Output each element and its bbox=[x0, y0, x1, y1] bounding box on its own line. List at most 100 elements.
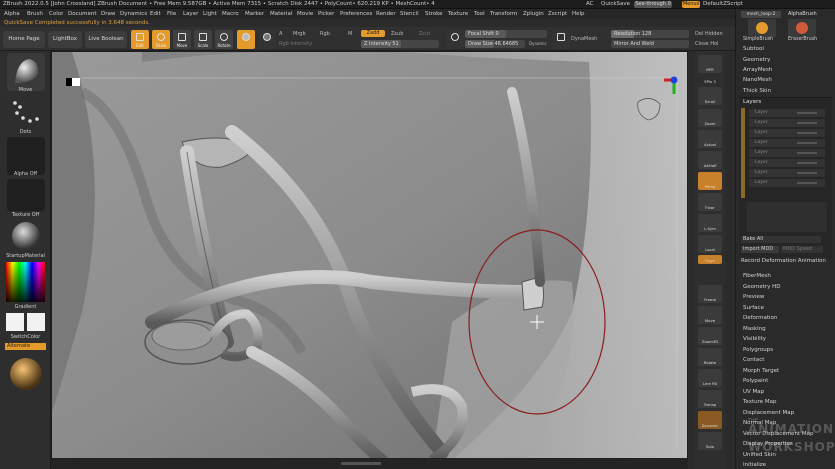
import-mdd-button[interactable]: Import MDD bbox=[741, 246, 779, 253]
move-view-button[interactable]: Move bbox=[698, 306, 722, 324]
menu-picker[interactable]: Picker bbox=[318, 9, 334, 19]
quicksave-button[interactable]: QuickSave bbox=[601, 0, 630, 9]
focal-shift-icon-button[interactable] bbox=[446, 30, 464, 49]
menu-preferences[interactable]: Preferences bbox=[340, 9, 372, 19]
close-holes-button[interactable]: Close Hol bbox=[695, 41, 718, 47]
bottom-sphere-button[interactable] bbox=[8, 356, 44, 392]
menu-layer[interactable]: Layer bbox=[183, 9, 198, 19]
menus-button[interactable]: Menus bbox=[682, 1, 700, 8]
layer-row[interactable]: Layer bbox=[749, 159, 825, 167]
contact-menu[interactable]: Contact bbox=[743, 357, 764, 363]
menu-edit[interactable]: Edit bbox=[150, 9, 161, 19]
menu-zplugin[interactable]: Zplugin bbox=[523, 9, 544, 19]
zadd-toggle[interactable]: Zadd bbox=[361, 30, 385, 37]
actual-button[interactable]: Actual bbox=[698, 130, 722, 148]
polygroups-menu[interactable]: Polygroups bbox=[743, 347, 773, 353]
menu-texture[interactable]: Texture bbox=[448, 9, 468, 19]
z-intensity-slider[interactable]: Z Intensity 51 bbox=[361, 40, 439, 48]
focal-shift-slider[interactable]: Focal Shift 0 bbox=[465, 30, 547, 38]
draw-size-slider[interactable]: Draw Size 48.64685 bbox=[465, 40, 525, 48]
aahalf-button[interactable]: AAHalf bbox=[698, 151, 722, 169]
line-fill-button[interactable]: Line Fill bbox=[698, 369, 722, 387]
eraser-brush-thumb[interactable] bbox=[788, 19, 816, 37]
transp-button[interactable]: Transp bbox=[698, 390, 722, 408]
rotate-button[interactable]: Rotate bbox=[215, 30, 233, 49]
zsub-toggle[interactable]: Zsub bbox=[391, 31, 403, 37]
fibermesh-menu[interactable]: FiberMesh bbox=[743, 273, 771, 279]
morph-target-menu[interactable]: Morph Target bbox=[743, 368, 779, 374]
menu-material[interactable]: Material bbox=[270, 9, 292, 19]
menu-macro[interactable]: Macro bbox=[222, 9, 239, 19]
menu-draw[interactable]: Draw bbox=[101, 9, 115, 19]
menu-alpha[interactable]: Alpha bbox=[4, 9, 20, 19]
scroll-button[interactable]: Scroll bbox=[698, 87, 722, 105]
xyz-button[interactable]: Gxyz bbox=[698, 255, 722, 264]
main-color-swatch[interactable] bbox=[6, 313, 24, 331]
layer-row[interactable]: Layer bbox=[749, 109, 825, 117]
draw-button[interactable]: Draw bbox=[152, 30, 170, 49]
geometry-hd-menu[interactable]: Geometry HD bbox=[743, 284, 781, 290]
rotate-view-button[interactable]: Rotate bbox=[698, 348, 722, 366]
del-hidden-button[interactable]: Del Hidden bbox=[695, 31, 723, 37]
move-button[interactable]: Move bbox=[173, 30, 191, 49]
home-page-button[interactable]: Home Page bbox=[3, 31, 45, 48]
zoom-button[interactable]: Zoom bbox=[698, 109, 722, 127]
menu-color[interactable]: Color bbox=[49, 9, 63, 19]
menu-zscript[interactable]: Zscript bbox=[548, 9, 567, 19]
layer-row[interactable]: Layer bbox=[749, 149, 825, 157]
solo-button[interactable]: Solo bbox=[698, 432, 722, 450]
bake-all-button[interactable]: Bake All bbox=[741, 236, 821, 243]
brush-selector[interactable] bbox=[7, 53, 45, 91]
menu-dynamics[interactable]: Dynamics bbox=[120, 9, 147, 19]
m-toggle[interactable]: M bbox=[348, 31, 352, 37]
alternate-button[interactable]: Alternate bbox=[5, 343, 46, 350]
stroke-selector[interactable] bbox=[7, 95, 45, 133]
menu-help[interactable]: Help bbox=[572, 9, 585, 19]
local-button[interactable]: Local bbox=[698, 235, 722, 253]
bpr-button[interactable]: BPR bbox=[698, 55, 722, 73]
record-deformation-animation-button[interactable]: Record Deformation Animation bbox=[741, 258, 826, 264]
menu-tool[interactable]: Tool bbox=[474, 9, 485, 19]
nanomesh-menu[interactable]: NanoMesh bbox=[743, 77, 772, 83]
lsym-button[interactable]: L.Sym bbox=[698, 214, 722, 232]
dynamesh-button[interactable]: DynaMesh bbox=[571, 36, 597, 42]
resolution-slider[interactable]: Resolution 128 bbox=[611, 30, 689, 38]
mrgb-toggle[interactable]: Mrgb bbox=[293, 31, 306, 37]
live-boolean-button[interactable]: Live Boolean bbox=[85, 31, 127, 48]
arraymesh-menu[interactable]: ArrayMesh bbox=[743, 67, 772, 73]
menu-transform[interactable]: Transform bbox=[490, 9, 517, 19]
layer-row[interactable]: Layer bbox=[749, 129, 825, 137]
menu-marker[interactable]: Marker bbox=[245, 9, 264, 19]
bottom-handle[interactable] bbox=[341, 462, 381, 465]
see-through-slider[interactable]: See-through 0 bbox=[634, 1, 672, 8]
canvas-viewport[interactable] bbox=[51, 51, 688, 459]
layer-row[interactable]: Layer bbox=[749, 119, 825, 127]
secondary-color-swatch[interactable] bbox=[27, 313, 45, 331]
menu-document[interactable]: Document bbox=[68, 9, 97, 19]
dynamic-button[interactable]: Dynamic bbox=[698, 411, 722, 429]
rgb-intensity-slider[interactable]: Rgb Intensity bbox=[279, 41, 312, 47]
mdd-speed-slider[interactable]: MDD Speed bbox=[781, 246, 823, 253]
zoom3d-button[interactable]: Zoom3D bbox=[698, 327, 722, 345]
menu-file[interactable]: File bbox=[167, 9, 176, 19]
layer-row[interactable]: Layer bbox=[749, 139, 825, 147]
menu-brush[interactable]: Brush bbox=[27, 9, 43, 19]
material-sphere-button[interactable] bbox=[237, 30, 255, 49]
deformation-menu[interactable]: Deformation bbox=[743, 315, 777, 321]
displacement-map-menu[interactable]: Displacement Map bbox=[743, 410, 794, 416]
zcut-toggle[interactable]: Zcut bbox=[419, 31, 430, 37]
subtool-menu[interactable]: Subtool bbox=[743, 46, 764, 52]
ac-label[interactable]: AC bbox=[586, 0, 594, 9]
floor-button[interactable]: Floor bbox=[698, 193, 722, 211]
mesh-loop-slider[interactable]: mesh_loop-2 bbox=[741, 11, 781, 18]
texture-sphere-button[interactable] bbox=[258, 30, 276, 49]
simple-brush-thumb[interactable] bbox=[748, 19, 776, 37]
uv-map-menu[interactable]: UV Map bbox=[743, 389, 764, 395]
dynamesh-icon-button[interactable] bbox=[552, 30, 570, 49]
dynamic-toggle[interactable]: Dynamic bbox=[529, 41, 547, 46]
layer-row[interactable]: Layer bbox=[749, 179, 825, 187]
menu-movie[interactable]: Movie bbox=[297, 9, 313, 19]
menu-stroke[interactable]: Stroke bbox=[425, 9, 443, 19]
menu-light[interactable]: Light bbox=[203, 9, 217, 19]
layers-header[interactable]: Layers bbox=[743, 99, 761, 105]
